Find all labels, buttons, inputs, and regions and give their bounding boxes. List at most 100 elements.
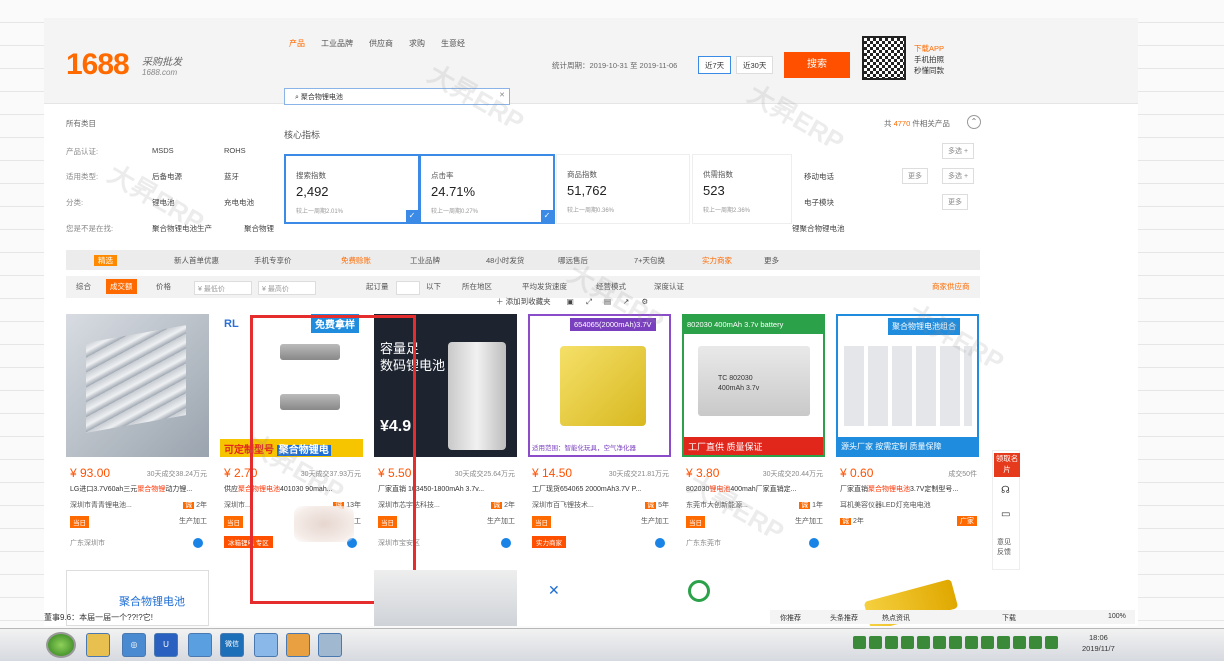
seller-name[interactable]: 深圳市青青锂电池... xyxy=(70,500,132,510)
status-download[interactable]: 下载 xyxy=(1002,613,1016,623)
folder-icon[interactable] xyxy=(86,633,110,657)
product-image[interactable]: 654065(2000mAh)3.7V 适用范围：智能化玩具，空气净化器 xyxy=(528,314,671,457)
wechat-icon[interactable]: 微信 xyxy=(220,633,244,657)
app-promo[interactable]: 下载APP 手机拍照 秒懂同款 xyxy=(914,43,944,76)
tray-icon[interactable] xyxy=(869,636,882,649)
product-title[interactable]: 工厂现货654065 2000mAh3.7V P... xyxy=(532,484,670,494)
mode-select[interactable]: 经营模式 xyxy=(596,281,626,292)
suggest-3[interactable]: 锂聚合物锂电池 xyxy=(792,223,845,234)
start-button[interactable] xyxy=(46,632,76,658)
expand-icon[interactable]: ⤢ xyxy=(586,297,592,306)
metric-search-index[interactable]: 搜索指数 2,492 较上一周期2.01% ✓ xyxy=(284,154,420,224)
chat-icon[interactable] xyxy=(655,538,665,548)
seller-name[interactable]: 耳机美容仪器LED灯充电电池 xyxy=(840,500,931,510)
seller-name[interactable]: 东莞市大创新能源... xyxy=(686,500,748,510)
check-credit[interactable]: 免费赊账 xyxy=(341,255,371,266)
u-icon[interactable]: U xyxy=(154,633,178,657)
copy-icon[interactable]: ▣ xyxy=(567,297,574,306)
supplier-link[interactable]: 商家供应商 xyxy=(932,281,970,292)
news-ticker[interactable]: 董事9.6：本届一届一个??!?它! xyxy=(44,612,153,623)
filter-msds[interactable]: MSDS xyxy=(152,146,174,155)
product-image[interactable]: 聚合物锂电池组合 源头厂家 按需定制 质量保障 xyxy=(836,314,979,457)
check-48h[interactable]: 48小时发货 xyxy=(486,255,524,266)
range-7-button[interactable]: 近7天 xyxy=(698,56,732,74)
area-select[interactable]: 所在地区 xyxy=(462,281,492,292)
collapse-icon[interactable]: ⌃ xyxy=(967,115,981,129)
app-icon[interactable] xyxy=(188,633,212,657)
chat-icon[interactable] xyxy=(809,538,819,548)
sort-all[interactable]: 综合 xyxy=(76,281,91,292)
gear-icon[interactable]: ⚙ xyxy=(642,297,649,306)
cert-select[interactable]: 深度认证 xyxy=(654,281,684,292)
suggest-2[interactable]: 聚合物锂 xyxy=(244,223,274,234)
product-title[interactable]: 厂家直销聚合物锂电池3.7V定制型号... xyxy=(840,484,978,494)
clear-icon[interactable]: ✕ xyxy=(499,91,505,99)
check-exchange[interactable]: 7+天包换 xyxy=(634,255,665,266)
tray-icon[interactable] xyxy=(933,636,946,649)
product-image[interactable]: 802030 400mAh 3.7v battery TC 802030 400m… xyxy=(682,314,825,457)
add-favorite-button[interactable]: 添加到收藏夹 xyxy=(506,297,551,306)
clock[interactable]: 18:06 2019/11/7 xyxy=(1082,632,1115,654)
multi-select-cert[interactable]: 多选 + xyxy=(942,143,975,159)
filter-backup[interactable]: 后备电源 xyxy=(152,171,182,182)
all-categories[interactable]: 所有类目 xyxy=(66,118,96,129)
tray-icon[interactable] xyxy=(853,636,866,649)
zoom-level[interactable]: 100% xyxy=(1108,613,1126,620)
check-strong-seller[interactable]: 实力商家 xyxy=(702,255,732,266)
tab-product[interactable]: 产品 xyxy=(289,38,305,49)
more-type[interactable]: 更多 xyxy=(902,168,928,184)
tray-icon[interactable] xyxy=(997,636,1010,649)
tab-business[interactable]: 生意经 xyxy=(441,38,465,49)
search-input[interactable]: ⌕ 聚合物锂电池 ✕ xyxy=(284,88,510,105)
headset-icon[interactable]: ☊ xyxy=(1001,485,1010,496)
check-brand[interactable]: 工业品牌 xyxy=(410,255,440,266)
feedback-button[interactable]: 意见反馈 xyxy=(997,537,1017,557)
min-order-input[interactable] xyxy=(396,281,420,295)
product-card-5[interactable]: 802030 400mAh 3.7v battery TC 802030 400m… xyxy=(682,314,825,550)
sort-price[interactable]: 价格 xyxy=(156,281,171,292)
tray-icon[interactable] xyxy=(1045,636,1058,649)
metric-ctr[interactable]: 点击率 24.71% 较上一周期0.27% ✓ xyxy=(419,154,555,224)
range-30-button[interactable]: 近30天 xyxy=(736,56,774,74)
seller-name[interactable]: 深圳市百飞锂技术... xyxy=(532,500,594,510)
filter-bluetooth[interactable]: 蓝牙 xyxy=(224,171,239,182)
product-card-4[interactable]: 654065(2000mAh)3.7V 适用范围：智能化玩具，空气净化器 ¥ 1… xyxy=(528,314,671,550)
share-icon[interactable]: ↗ xyxy=(623,297,629,306)
min-price-input[interactable]: ¥ 最低价 xyxy=(194,281,252,295)
product-card-1[interactable]: ¥ 93.00 30天成交38.24万元 LG进口3.7V60ah三元聚合物锂动… xyxy=(66,314,209,550)
product-card-6[interactable]: 聚合物锂电池组合 源头厂家 按需定制 质量保障 ¥ 0.60 成交50件 厂家直… xyxy=(836,314,979,550)
tray-icon[interactable] xyxy=(917,636,930,649)
product-image[interactable] xyxy=(66,314,209,457)
tab-brand[interactable]: 工业品牌 xyxy=(321,38,353,49)
document-icon[interactable]: ▭ xyxy=(1001,509,1010,520)
tray-icon[interactable] xyxy=(949,636,962,649)
status-recommend[interactable]: 你推荐 xyxy=(780,613,801,623)
browser-icon[interactable]: ◎ xyxy=(122,633,146,657)
explorer-icon[interactable] xyxy=(286,633,310,657)
filter-lithium[interactable]: 锂电池 xyxy=(152,197,175,208)
chat-icon[interactable] xyxy=(193,538,203,548)
delivery-select[interactable]: 平均发货速度 xyxy=(522,281,567,292)
metric-product-index[interactable]: 商品指数 51,762 较上一周期0.36% xyxy=(556,154,690,224)
product-title[interactable]: LG进口3.7V60ah三元聚合物锂动力锂... xyxy=(70,484,208,494)
check-aftersale[interactable]: 哪远售后 xyxy=(558,255,588,266)
tab-supplier[interactable]: 供应商 xyxy=(369,38,393,49)
check-mobile-price[interactable]: 手机专享价 xyxy=(254,255,292,266)
product-title[interactable]: 802030锂电池400mah厂家直销定... xyxy=(686,484,824,494)
tray-icon[interactable] xyxy=(965,636,978,649)
more-filters[interactable]: 更多 xyxy=(764,255,779,266)
metric-supply-index[interactable]: 供需指数 523 较上一周期2.36% xyxy=(692,154,792,224)
save-icon[interactable]: ▤ xyxy=(604,297,611,306)
check-new-user[interactable]: 新人首单优惠 xyxy=(174,255,219,266)
tray-icon[interactable] xyxy=(1013,636,1026,649)
seller-name[interactable]: 深圳市... xyxy=(224,500,251,510)
product-card-8[interactable] xyxy=(374,570,517,626)
add-icon[interactable]: ＋ xyxy=(496,297,504,306)
sort-sales[interactable]: 成交额 xyxy=(106,279,137,294)
filter-rechargeable[interactable]: 充电电池 xyxy=(224,197,254,208)
tray-icon[interactable] xyxy=(1029,636,1042,649)
filter-mobile[interactable]: 移动电话 xyxy=(804,171,834,182)
strong-seller-badge[interactable]: 实力商家 xyxy=(532,536,566,548)
doc-icon[interactable] xyxy=(318,633,342,657)
multi-select-type[interactable]: 多选 + xyxy=(942,168,975,184)
